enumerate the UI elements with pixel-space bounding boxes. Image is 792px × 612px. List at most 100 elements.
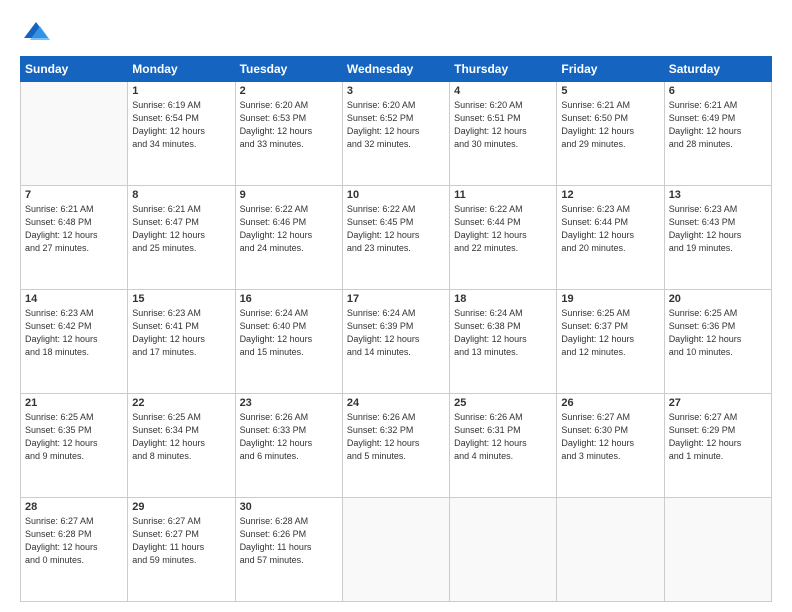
calendar-day-cell: 8 Sunrise: 6:21 AM Sunset: 6:47 PM Daylig…: [128, 186, 235, 290]
day-info: Sunrise: 6:21 AM Sunset: 6:50 PM Dayligh…: [561, 99, 659, 151]
day-info: Sunrise: 6:23 AM Sunset: 6:44 PM Dayligh…: [561, 203, 659, 255]
day-number: 19: [561, 293, 659, 305]
day-info: Sunrise: 6:20 AM Sunset: 6:52 PM Dayligh…: [347, 99, 445, 151]
day-number: 13: [669, 189, 767, 201]
day-number: 16: [240, 293, 338, 305]
day-number: 11: [454, 189, 552, 201]
day-info: Sunrise: 6:21 AM Sunset: 6:48 PM Dayligh…: [25, 203, 123, 255]
day-number: 7: [25, 189, 123, 201]
day-info: Sunrise: 6:24 AM Sunset: 6:40 PM Dayligh…: [240, 307, 338, 359]
calendar-weekday-header: Tuesday: [235, 57, 342, 82]
day-info: Sunrise: 6:25 AM Sunset: 6:37 PM Dayligh…: [561, 307, 659, 359]
calendar-day-cell: 25 Sunrise: 6:26 AM Sunset: 6:31 PM Dayli…: [450, 394, 557, 498]
calendar-week-row: 14Sunrise: 6:23 AM Sunset: 6:42 PM Dayli…: [21, 290, 772, 394]
day-info: Sunrise: 6:24 AM Sunset: 6:38 PM Dayligh…: [454, 307, 552, 359]
calendar-day-cell: 22Sunrise: 6:25 AM Sunset: 6:34 PM Dayli…: [128, 394, 235, 498]
day-info: Sunrise: 6:27 AM Sunset: 6:27 PM Dayligh…: [132, 515, 230, 567]
calendar-day-cell: 18 Sunrise: 6:24 AM Sunset: 6:38 PM Dayli…: [450, 290, 557, 394]
day-info: Sunrise: 6:22 AM Sunset: 6:45 PM Dayligh…: [347, 203, 445, 255]
day-info: Sunrise: 6:26 AM Sunset: 6:32 PM Dayligh…: [347, 411, 445, 463]
calendar-day-cell: 15Sunrise: 6:23 AM Sunset: 6:41 PM Dayli…: [128, 290, 235, 394]
calendar-day-cell: 17 Sunrise: 6:24 AM Sunset: 6:39 PM Dayli…: [342, 290, 449, 394]
day-number: 5: [561, 85, 659, 97]
day-info: Sunrise: 6:27 AM Sunset: 6:28 PM Dayligh…: [25, 515, 123, 567]
calendar-day-cell: [342, 498, 449, 602]
logo: [20, 18, 50, 46]
calendar-day-cell: [664, 498, 771, 602]
calendar-weekday-header: Sunday: [21, 57, 128, 82]
day-number: 27: [669, 397, 767, 409]
calendar-day-cell: 12 Sunrise: 6:23 AM Sunset: 6:44 PM Dayli…: [557, 186, 664, 290]
day-info: Sunrise: 6:23 AM Sunset: 6:41 PM Dayligh…: [132, 307, 230, 359]
calendar-header-row: SundayMondayTuesdayWednesdayThursdayFrid…: [21, 57, 772, 82]
day-number: 28: [25, 501, 123, 513]
calendar-day-cell: 16 Sunrise: 6:24 AM Sunset: 6:40 PM Dayli…: [235, 290, 342, 394]
calendar-day-cell: 13 Sunrise: 6:23 AM Sunset: 6:43 PM Dayli…: [664, 186, 771, 290]
calendar-day-cell: 1 Sunrise: 6:19 AM Sunset: 6:54 PM Daylig…: [128, 82, 235, 186]
calendar-day-cell: 19 Sunrise: 6:25 AM Sunset: 6:37 PM Dayli…: [557, 290, 664, 394]
day-number: 10: [347, 189, 445, 201]
day-number: 18: [454, 293, 552, 305]
day-info: Sunrise: 6:24 AM Sunset: 6:39 PM Dayligh…: [347, 307, 445, 359]
day-info: Sunrise: 6:23 AM Sunset: 6:43 PM Dayligh…: [669, 203, 767, 255]
calendar-weekday-header: Saturday: [664, 57, 771, 82]
calendar-day-cell: 4 Sunrise: 6:20 AM Sunset: 6:51 PM Daylig…: [450, 82, 557, 186]
day-number: 12: [561, 189, 659, 201]
calendar-day-cell: 28 Sunrise: 6:27 AM Sunset: 6:28 PM Dayli…: [21, 498, 128, 602]
calendar-day-cell: 9 Sunrise: 6:22 AM Sunset: 6:46 PM Daylig…: [235, 186, 342, 290]
calendar-day-cell: 23Sunrise: 6:26 AM Sunset: 6:33 PM Dayli…: [235, 394, 342, 498]
calendar-day-cell: [21, 82, 128, 186]
calendar-weekday-header: Wednesday: [342, 57, 449, 82]
calendar-weekday-header: Monday: [128, 57, 235, 82]
day-number: 1: [132, 85, 230, 97]
day-number: 30: [240, 501, 338, 513]
day-number: 4: [454, 85, 552, 97]
day-info: Sunrise: 6:21 AM Sunset: 6:47 PM Dayligh…: [132, 203, 230, 255]
calendar-day-cell: 5 Sunrise: 6:21 AM Sunset: 6:50 PM Daylig…: [557, 82, 664, 186]
calendar-table: SundayMondayTuesdayWednesdayThursdayFrid…: [20, 56, 772, 602]
day-number: 8: [132, 189, 230, 201]
calendar-day-cell: 29 Sunrise: 6:27 AM Sunset: 6:27 PM Dayli…: [128, 498, 235, 602]
calendar-week-row: 28 Sunrise: 6:27 AM Sunset: 6:28 PM Dayli…: [21, 498, 772, 602]
day-number: 24: [347, 397, 445, 409]
day-number: 2: [240, 85, 338, 97]
day-info: Sunrise: 6:20 AM Sunset: 6:51 PM Dayligh…: [454, 99, 552, 151]
calendar-day-cell: 10 Sunrise: 6:22 AM Sunset: 6:45 PM Dayli…: [342, 186, 449, 290]
day-number: 14: [25, 293, 123, 305]
day-info: Sunrise: 6:20 AM Sunset: 6:53 PM Dayligh…: [240, 99, 338, 151]
day-number: 9: [240, 189, 338, 201]
day-info: Sunrise: 6:26 AM Sunset: 6:33 PM Dayligh…: [240, 411, 338, 463]
day-info: Sunrise: 6:26 AM Sunset: 6:31 PM Dayligh…: [454, 411, 552, 463]
day-number: 20: [669, 293, 767, 305]
day-info: Sunrise: 6:28 AM Sunset: 6:26 PM Dayligh…: [240, 515, 338, 567]
day-number: 22: [132, 397, 230, 409]
calendar-day-cell: 30 Sunrise: 6:28 AM Sunset: 6:26 PM Dayli…: [235, 498, 342, 602]
day-info: Sunrise: 6:27 AM Sunset: 6:29 PM Dayligh…: [669, 411, 767, 463]
calendar-day-cell: 21Sunrise: 6:25 AM Sunset: 6:35 PM Dayli…: [21, 394, 128, 498]
calendar-day-cell: 24 Sunrise: 6:26 AM Sunset: 6:32 PM Dayli…: [342, 394, 449, 498]
calendar-day-cell: [557, 498, 664, 602]
day-number: 26: [561, 397, 659, 409]
day-number: 17: [347, 293, 445, 305]
calendar-day-cell: 26 Sunrise: 6:27 AM Sunset: 6:30 PM Dayli…: [557, 394, 664, 498]
page: SundayMondayTuesdayWednesdayThursdayFrid…: [0, 0, 792, 612]
calendar-day-cell: 20Sunrise: 6:25 AM Sunset: 6:36 PM Dayli…: [664, 290, 771, 394]
day-info: Sunrise: 6:21 AM Sunset: 6:49 PM Dayligh…: [669, 99, 767, 151]
calendar-day-cell: 11 Sunrise: 6:22 AM Sunset: 6:44 PM Dayli…: [450, 186, 557, 290]
day-number: 29: [132, 501, 230, 513]
calendar-week-row: 7 Sunrise: 6:21 AM Sunset: 6:48 PM Daylig…: [21, 186, 772, 290]
day-info: Sunrise: 6:19 AM Sunset: 6:54 PM Dayligh…: [132, 99, 230, 151]
day-info: Sunrise: 6:27 AM Sunset: 6:30 PM Dayligh…: [561, 411, 659, 463]
calendar-week-row: 21Sunrise: 6:25 AM Sunset: 6:35 PM Dayli…: [21, 394, 772, 498]
day-info: Sunrise: 6:22 AM Sunset: 6:46 PM Dayligh…: [240, 203, 338, 255]
calendar-day-cell: [450, 498, 557, 602]
calendar-day-cell: 27 Sunrise: 6:27 AM Sunset: 6:29 PM Dayli…: [664, 394, 771, 498]
day-number: 6: [669, 85, 767, 97]
day-number: 25: [454, 397, 552, 409]
day-info: Sunrise: 6:22 AM Sunset: 6:44 PM Dayligh…: [454, 203, 552, 255]
calendar-weekday-header: Friday: [557, 57, 664, 82]
calendar-day-cell: 2 Sunrise: 6:20 AM Sunset: 6:53 PM Daylig…: [235, 82, 342, 186]
calendar-day-cell: 7 Sunrise: 6:21 AM Sunset: 6:48 PM Daylig…: [21, 186, 128, 290]
day-number: 21: [25, 397, 123, 409]
calendar-weekday-header: Thursday: [450, 57, 557, 82]
